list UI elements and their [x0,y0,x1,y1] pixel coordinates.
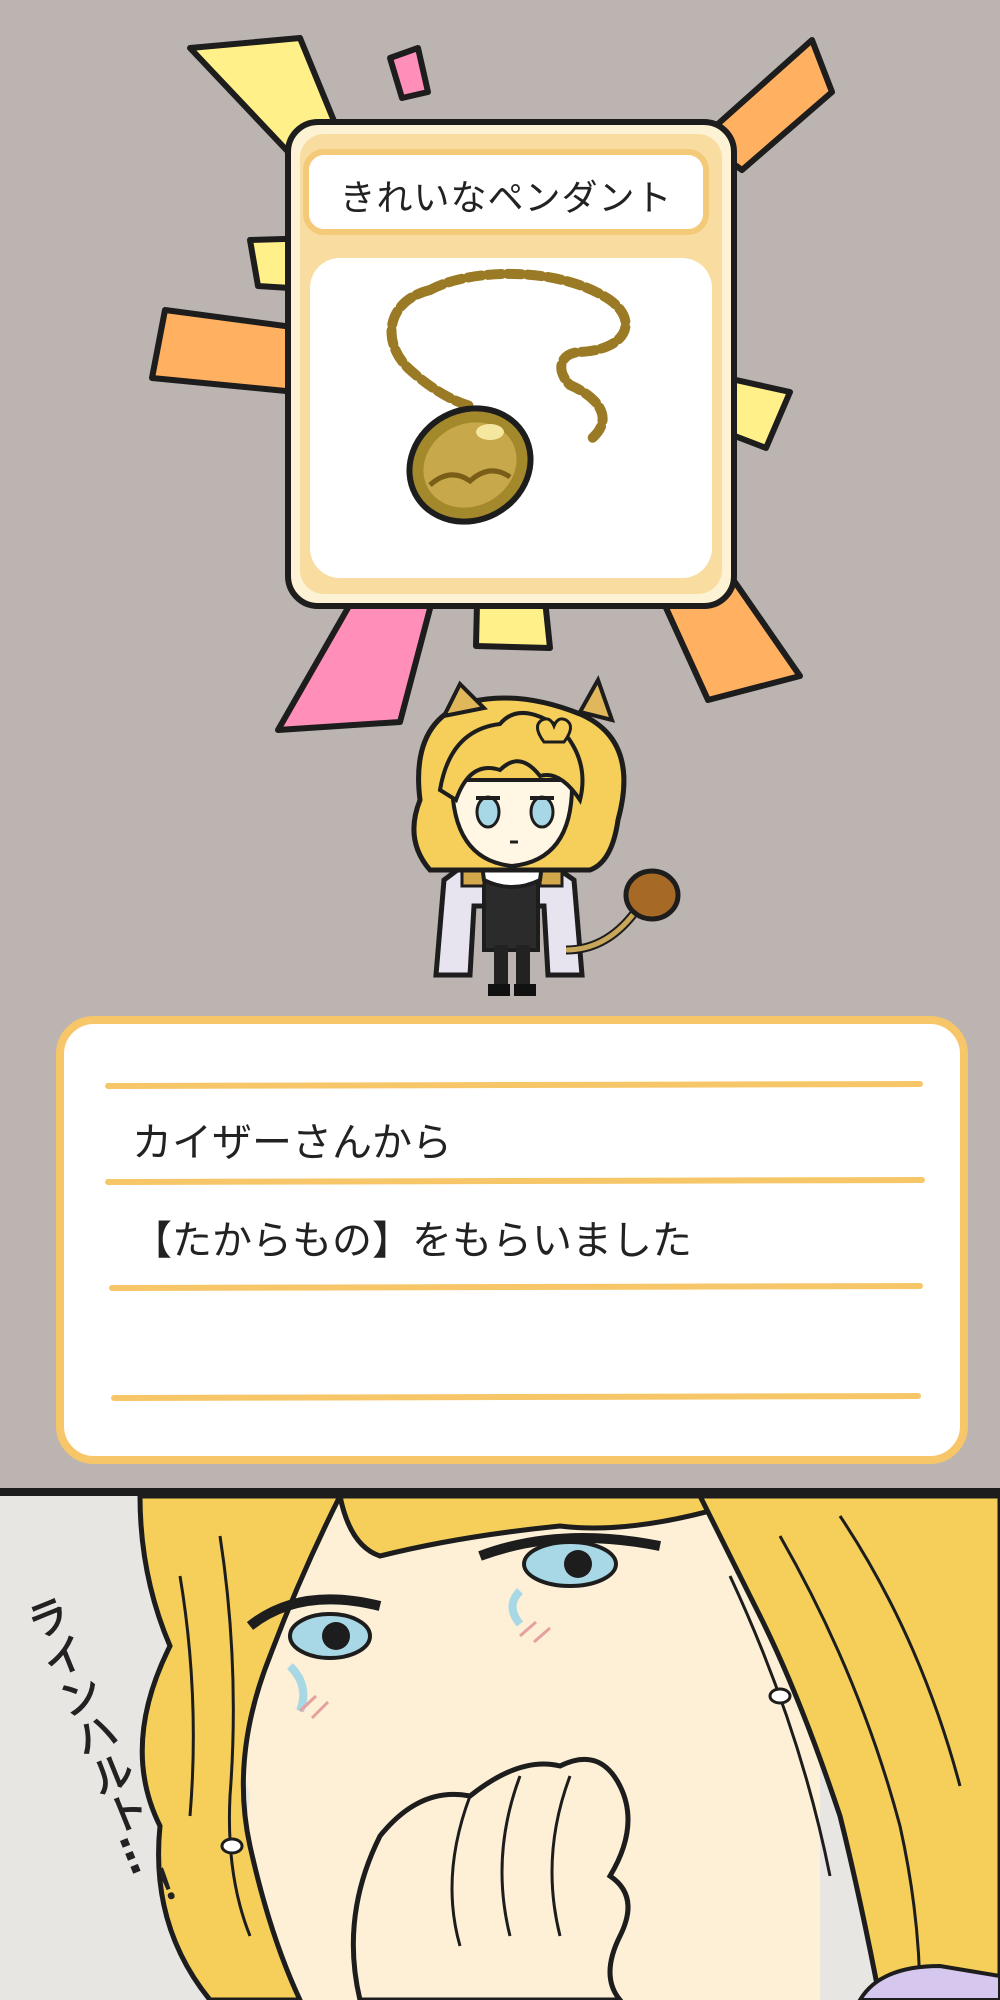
dialog-line-2: 【たからもの】をもらいました [132,1218,692,1264]
item-title: きれいなペンダント [339,178,673,219]
top-panel: きれいなペンダント カイザーさんから 【たからもの】をもらいました [0,0,1000,1490]
burst-orange-left [149,307,303,395]
comic-page: きれいなペンダント カイザーさんから 【たからもの】をもらいました ラインハルト… [0,0,1000,2000]
chibi-character [411,675,681,996]
burst-pink-top [387,45,431,101]
dialog-line-1: カイザーさんから [132,1120,452,1166]
